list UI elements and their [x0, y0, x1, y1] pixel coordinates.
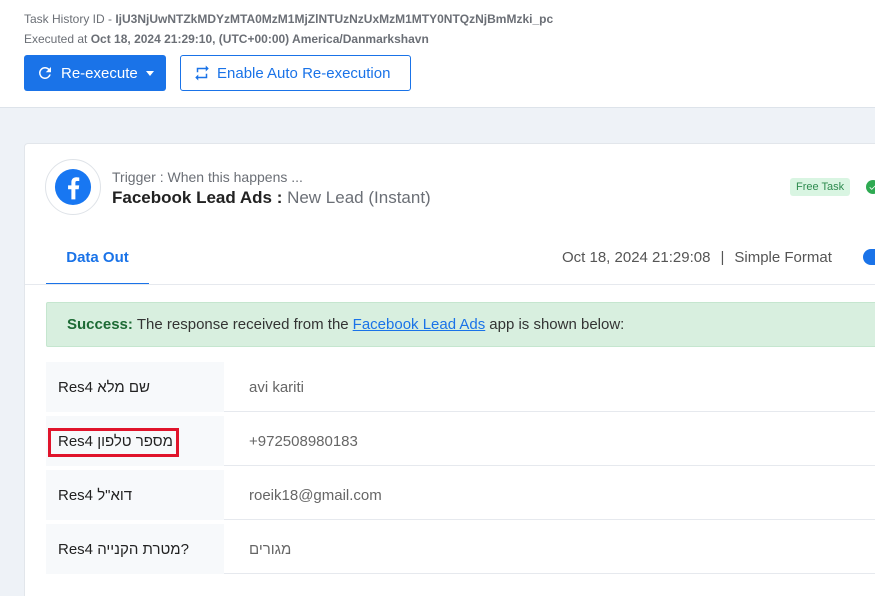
separator: | — [720, 249, 725, 266]
tab-data-out[interactable]: Data Out — [46, 232, 149, 285]
re-execute-button[interactable]: Re-execute — [24, 55, 166, 91]
free-task-badge: Free Task — [790, 178, 851, 196]
table-row: Res4 מטרת הקנייה? מגורים — [46, 524, 875, 574]
success-text-after: app is shown below: — [489, 316, 625, 333]
field-key: Res4 שם מלא — [46, 362, 224, 412]
response-timestamp: Oct 18, 2024 21:29:08 — [562, 249, 711, 266]
simple-format-toggle[interactable] — [863, 249, 875, 265]
check-icon — [866, 180, 875, 194]
refresh-icon — [36, 64, 54, 82]
field-value: מגורים — [249, 540, 292, 558]
facebook-logo — [45, 159, 101, 215]
executed-label: Executed at — [24, 32, 91, 46]
trigger-title: Facebook Lead Ads : New Lead (Instant) — [112, 188, 431, 208]
task-id-value: IjU3NjUwNTZkMDYzMTA0MzM1MjZlNTUzNzUxMzM1… — [115, 12, 554, 26]
tab-divider — [25, 284, 875, 285]
success-banner: Success: The response received from the … — [46, 302, 875, 347]
task-id-label: Task History ID - — [24, 12, 116, 26]
success-label: Success: — [67, 316, 133, 333]
trigger-app-name: Facebook Lead Ads : — [112, 188, 288, 207]
highlight-box — [48, 428, 179, 457]
field-value: avi kariti — [249, 378, 305, 396]
executed-value: Oct 18, 2024 21:29:10, (UTC+00:00) Ameri… — [90, 32, 429, 46]
table-row: Res4 דוא"ל roeik18@gmail.com — [46, 470, 875, 520]
field-key: Res4 מטרת הקנייה? — [46, 524, 224, 574]
enable-auto-reexecution-button[interactable]: Enable Auto Re-execution — [180, 55, 411, 91]
task-card: Trigger : When this happens ... Facebook… — [24, 143, 875, 596]
field-value: +972508980183 — [249, 432, 358, 450]
trigger-subtitle: Trigger : When this happens ... — [112, 169, 303, 185]
task-history-id: Task History ID - IjU3NjUwNTZkMDYzMTA0Mz… — [24, 12, 553, 26]
field-value: roeik18@gmail.com — [249, 486, 382, 504]
auto-reexecution-label: Enable Auto Re-execution — [217, 64, 391, 82]
chevron-down-icon[interactable] — [145, 70, 154, 76]
tab-meta: Oct 18, 2024 21:29:08 | Simple Format — [562, 249, 832, 266]
table-row: Res4 שם מלא avi kariti — [46, 362, 875, 412]
re-execute-label: Re-execute — [61, 64, 138, 82]
facebook-icon — [54, 168, 92, 206]
trigger-event-name: New Lead (Instant) — [287, 188, 431, 207]
success-text-before: The response received from the — [136, 316, 349, 333]
facebook-lead-ads-link[interactable]: Facebook Lead Ads — [353, 316, 486, 333]
field-key: Res4 דוא"ל — [46, 470, 224, 520]
executed-at: Executed at Oct 18, 2024 21:29:10, (UTC+… — [24, 32, 429, 46]
top-bar: Task History ID - IjU3NjUwNTZkMDYzMTA0Mz… — [0, 0, 875, 108]
repeat-icon — [193, 64, 211, 82]
simple-format-label: Simple Format — [734, 249, 832, 266]
